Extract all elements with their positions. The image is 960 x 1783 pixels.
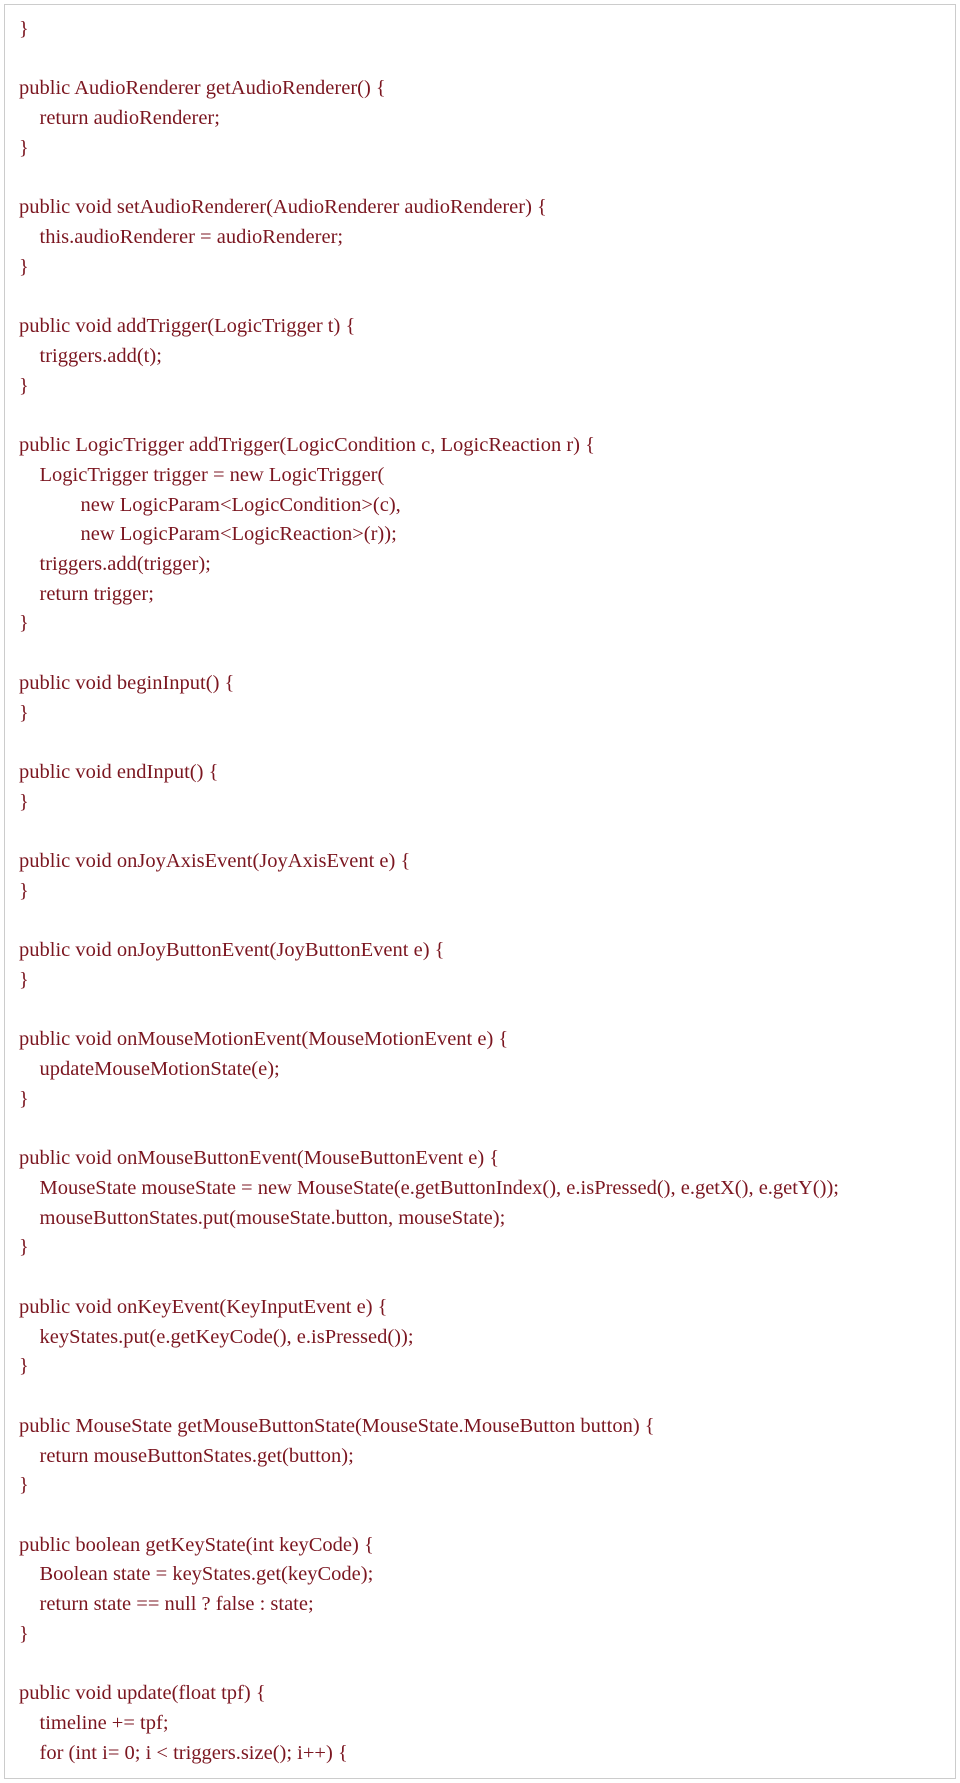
code-line: public void onJoyAxisEvent(JoyAxisEvent …	[19, 847, 941, 877]
code-line: public void update(float tpf) {	[19, 1679, 941, 1709]
code-line: }	[19, 1471, 941, 1501]
code-line	[19, 282, 941, 312]
code-line	[19, 401, 941, 431]
code-line: public boolean getKeyState(int keyCode) …	[19, 1531, 941, 1561]
code-line: this.audioRenderer = audioRenderer;	[19, 223, 941, 253]
code-line: }	[19, 1352, 941, 1382]
code-line: public void onJoyButtonEvent(JoyButtonEv…	[19, 936, 941, 966]
code-line	[19, 1650, 941, 1680]
code-line: public void onMouseButtonEvent(MouseButt…	[19, 1144, 941, 1174]
code-line: triggers.add(t);	[19, 342, 941, 372]
code-line: }	[19, 372, 941, 402]
code-line: }	[19, 788, 941, 818]
code-line: MouseState mouseState = new MouseState(e…	[19, 1174, 941, 1204]
code-line: }	[19, 1085, 941, 1115]
code-line	[19, 1115, 941, 1145]
code-line: mouseButtonStates.put(mouseState.button,…	[19, 1204, 941, 1234]
code-line: }	[19, 253, 941, 283]
code-line: public void onMouseMotionEvent(MouseMoti…	[19, 1025, 941, 1055]
code-line: return state == null ? false : state;	[19, 1590, 941, 1620]
code-line: }	[19, 134, 941, 164]
code-line	[19, 164, 941, 194]
code-line	[19, 639, 941, 669]
code-line	[19, 1382, 941, 1412]
code-line: }	[19, 1233, 941, 1263]
code-line: public void endInput() {	[19, 758, 941, 788]
code-line: public void onKeyEvent(KeyInputEvent e) …	[19, 1293, 941, 1323]
code-line: }	[19, 609, 941, 639]
code-line: }	[19, 15, 941, 45]
code-line: }	[19, 966, 941, 996]
code-line: for (int i= 0; i < triggers.size(); i++)…	[19, 1739, 941, 1769]
code-line	[19, 1263, 941, 1293]
code-line: public void beginInput() {	[19, 669, 941, 699]
code-line: public AudioRenderer getAudioRenderer() …	[19, 74, 941, 104]
code-line: public void setAudioRenderer(AudioRender…	[19, 193, 941, 223]
code-line	[19, 907, 941, 937]
code-line: updateMouseMotionState(e);	[19, 1055, 941, 1085]
code-line	[19, 996, 941, 1026]
code-block: } public AudioRenderer getAudioRenderer(…	[4, 4, 956, 1779]
code-line: }	[19, 699, 941, 729]
code-line	[19, 1501, 941, 1531]
code-line: public LogicTrigger addTrigger(LogicCond…	[19, 431, 941, 461]
code-line: }	[19, 1620, 941, 1650]
code-line	[19, 728, 941, 758]
code-line: keyStates.put(e.getKeyCode(), e.isPresse…	[19, 1323, 941, 1353]
code-line: triggers.add(trigger);	[19, 550, 941, 580]
code-line: return audioRenderer;	[19, 104, 941, 134]
code-line	[19, 45, 941, 75]
code-line	[19, 817, 941, 847]
code-line: }	[19, 877, 941, 907]
code-line: public void addTrigger(LogicTrigger t) {	[19, 312, 941, 342]
code-line: timeline += tpf;	[19, 1709, 941, 1739]
code-line: public MouseState getMouseButtonState(Mo…	[19, 1412, 941, 1442]
code-line: new LogicParam<LogicCondition>(c),	[19, 491, 941, 521]
code-line: return trigger;	[19, 580, 941, 610]
code-line: new LogicParam<LogicReaction>(r));	[19, 520, 941, 550]
code-line: LogicTrigger trigger = new LogicTrigger(	[19, 461, 941, 491]
code-line: return mouseButtonStates.get(button);	[19, 1442, 941, 1472]
code-line: Boolean state = keyStates.get(keyCode);	[19, 1560, 941, 1590]
